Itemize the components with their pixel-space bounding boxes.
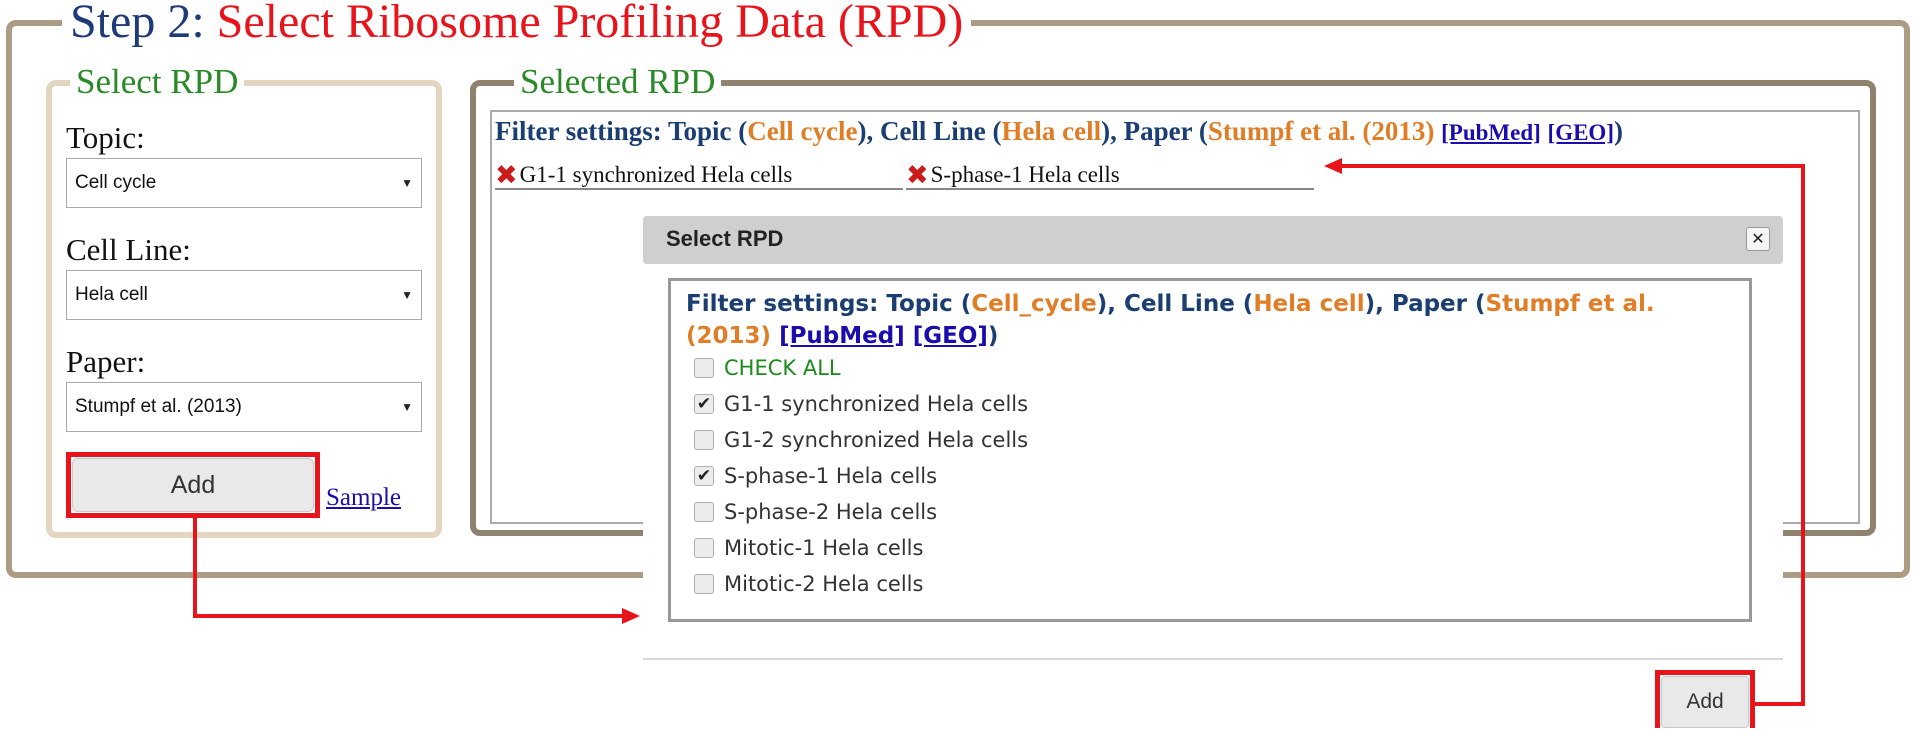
selected-filter-settings: Filter settings: Topic (Cell cycle), Cel… [495,116,1623,147]
dialog-header [643,216,1783,264]
sample-link[interactable]: Sample [326,484,401,512]
rpd-checkbox-row[interactable]: ✔ G1-1 synchronized Hela cells [694,392,1028,416]
selected-tag-label: G1-1 synchronized Hela cells [519,162,793,187]
check-all-row[interactable]: CHECK ALL [694,356,841,380]
paper-select[interactable]: Stumpf et al. (2013) ▼ [66,382,422,432]
dialog-filter-mid1: ), Cell Line ( [1096,291,1254,317]
close-icon[interactable]: ✕ [1746,227,1770,251]
checkmark-icon[interactable]: ✔ [694,466,714,486]
select-rpd-legend: Select RPD [70,62,245,102]
topic-select[interactable]: Cell cycle ▼ [66,158,422,208]
arrow-line [193,614,629,618]
arrow-head-icon [622,608,640,624]
rpd-checkbox-label: S-phase-1 Hela cells [724,464,938,488]
rpd-checkbox-row[interactable]: Mitotic-2 Hela cells [694,572,923,596]
rpd-checkbox-label: G1-2 synchronized Hela cells [724,428,1029,452]
filter-suffix: ) [1614,116,1623,146]
dialog-filter-cell-line: Hela cell [1253,291,1365,317]
dialog-filter-suffix: ) [987,323,999,349]
dialog-title: Select RPD [666,226,784,251]
dialog-filter-settings: Filter settings: Topic (Cell_cycle), Cel… [686,288,1736,352]
check-all-checkbox[interactable] [694,358,714,378]
checkbox[interactable] [694,430,714,450]
close-x-icon[interactable]: ✖ [906,162,929,189]
close-x-icon[interactable]: ✖ [495,162,518,189]
rpd-checkbox-label: G1-1 synchronized Hela cells [724,392,1029,416]
rpd-checkbox-row[interactable]: G1-2 synchronized Hela cells [694,428,1028,452]
arrow-line [1334,164,1805,168]
arrow-line [193,518,197,618]
checkbox[interactable] [694,538,714,558]
dialog-filter-mid2: ), Paper ( [1364,291,1486,317]
geo-link[interactable]: [GEO] [1548,120,1614,145]
selected-rpd-legend: Selected RPD [514,62,722,102]
selected-tag: ✖ S-phase-1 Hela cells [906,160,1314,190]
rpd-checkbox-row[interactable]: Mitotic-1 Hela cells [694,536,923,560]
step-title-main: Select Ribosome Profiling Data (RPD) [216,0,964,48]
step-title-lead: Step 2: [70,0,217,48]
checkbox[interactable] [694,502,714,522]
filter-mid1: ), Cell Line ( [857,116,1002,146]
filter-prefix: Filter settings: Topic ( [495,116,748,146]
pubmed-link[interactable]: [PubMed] [1441,120,1541,145]
filter-mid2: ), Paper ( [1101,116,1208,146]
cell-line-select[interactable]: Hela cell ▼ [66,270,422,320]
selected-tag: ✖ G1-1 synchronized Hela cells [495,160,903,190]
rpd-checkbox-label: Mitotic-2 Hela cells [724,572,924,596]
arrow-line [1755,702,1805,706]
rpd-checkbox-label: Mitotic-1 Hela cells [724,536,924,560]
step-title: Step 2: Select Ribosome Profiling Data (… [62,0,972,48]
checkbox[interactable] [694,574,714,594]
cell-line-label: Cell Line: [66,232,191,267]
rpd-checkbox-row[interactable]: S-phase-2 Hela cells [694,500,937,524]
arrow-line [1801,164,1805,706]
topic-select-value: Cell cycle [75,172,157,193]
chevron-down-icon: ▼ [401,400,413,414]
dialog-filter-topic: Cell_cycle [971,291,1097,317]
dialog-add-button[interactable]: Add [1661,676,1749,728]
paper-select-value: Stumpf et al. (2013) [75,396,242,417]
checkmark-icon[interactable]: ✔ [694,394,714,414]
paper-label: Paper: [66,344,146,379]
rpd-checkbox-label: S-phase-2 Hela cells [724,500,938,524]
dialog-geo-link[interactable]: [GEO] [913,323,988,349]
chevron-down-icon: ▼ [401,288,413,302]
selected-tag-label: S-phase-1 Hela cells [930,162,1120,187]
filter-topic: Cell cycle [747,116,858,146]
dialog-divider [643,658,1783,660]
filter-paper: Stumpf et al. (2013) [1207,116,1435,146]
add-button[interactable]: Add [72,458,314,512]
rpd-checkbox-row[interactable]: ✔ S-phase-1 Hela cells [694,464,937,488]
dialog-filter-prefix: Filter settings: Topic ( [686,291,972,317]
dialog-pubmed-link[interactable]: [PubMed] [779,323,905,349]
check-all-label: CHECK ALL [724,356,841,380]
arrow-head-icon [1324,158,1342,174]
cell-line-select-value: Hela cell [75,284,148,305]
topic-label: Topic: [66,120,145,155]
filter-cell-line: Hela cell [1001,116,1102,146]
chevron-down-icon: ▼ [401,176,413,190]
